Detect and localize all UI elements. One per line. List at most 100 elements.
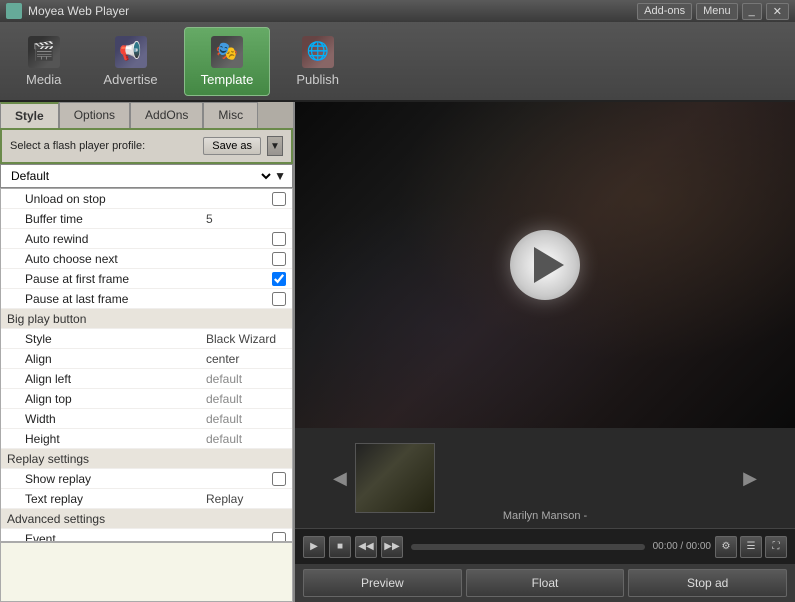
save-as-dropdown-arrow[interactable]: ▼ [267, 136, 283, 156]
progress-bar[interactable] [411, 544, 645, 550]
tab-options[interactable]: Options [59, 102, 130, 128]
setting-label-unload: Unload on stop [25, 192, 272, 206]
controls-bar: ▶ ■ ◀◀ ▶▶ 00:00 / 00:00 ⚙ ☰ ⛶ [295, 528, 795, 564]
setting-label-style: Style [25, 332, 206, 346]
setting-value-align-top: default [206, 392, 286, 406]
action-bar: Preview Float Stop ad [295, 564, 795, 602]
title-bar: Moyea Web Player Add-ons Menu _ ✕ [0, 0, 795, 22]
setting-value-width: default [206, 412, 286, 426]
section-big-play: Big play button [1, 309, 292, 329]
setting-style: Style Black Wizard [1, 329, 292, 349]
main-content: Style Options AddOns Misc Select a flash… [0, 102, 795, 602]
setting-label-pause-first: Pause at first frame [25, 272, 272, 286]
setting-label-show-replay: Show replay [25, 472, 272, 486]
profile-select[interactable]: Default [7, 168, 274, 184]
setting-value-buffer: 5 [206, 212, 286, 226]
preview-button[interactable]: Preview [303, 569, 462, 597]
checkbox-unload[interactable] [272, 192, 286, 206]
strip-prev-button[interactable]: ◀ [325, 468, 355, 489]
app-title: Moyea Web Player [28, 4, 637, 18]
checkbox-pause-first[interactable] [272, 272, 286, 286]
save-as-button[interactable]: Save as [203, 137, 261, 155]
profile-dropdown[interactable]: Default ▼ [0, 164, 293, 188]
advertise-icon: 📢 [115, 36, 147, 68]
right-controls: ⚙ ☰ ⛶ [715, 536, 787, 558]
prev-button[interactable]: ◀◀ [355, 536, 377, 558]
nav-label-advertise: Advertise [103, 72, 157, 87]
thumb-item-1[interactable] [355, 443, 435, 513]
nav-label-media: Media [26, 72, 61, 87]
section-replay: Replay settings [1, 449, 292, 469]
media-icon: 🎬 [28, 36, 60, 68]
tab-style[interactable]: Style [0, 102, 59, 128]
setting-label-align: Align [25, 352, 206, 366]
tab-misc[interactable]: Misc [203, 102, 258, 128]
checkbox-pause-last[interactable] [272, 292, 286, 306]
setting-height: Height default [1, 429, 292, 449]
dropdown-arrow-icon: ▼ [274, 169, 286, 183]
nav-item-advertise[interactable]: 📢 Advertise [87, 28, 173, 95]
tab-addons[interactable]: AddOns [130, 102, 203, 128]
nav-item-template[interactable]: 🎭 Template [184, 27, 271, 96]
section-advanced: Advanced settings [1, 509, 292, 529]
settings-wrapper: Unload on stop Buffer time 5 Auto rewind… [0, 188, 293, 602]
play-pause-button[interactable]: ▶ [303, 536, 325, 558]
thumbnails-list [355, 443, 735, 513]
checkbox-event[interactable] [272, 532, 286, 543]
nav-bar: 🎬 Media 📢 Advertise 🎭 Template 🌐 Publish [0, 22, 795, 102]
setting-value-align: center [206, 352, 286, 366]
checkbox-auto-choose[interactable] [272, 252, 286, 266]
setting-label-text-replay: Text replay [25, 492, 206, 506]
setting-label-height: Height [25, 432, 206, 446]
setting-value-text-replay: Replay [206, 492, 286, 506]
setting-width: Width default [1, 409, 292, 429]
thumbnail-strip: ◀ ▶ Marilyn Manson - [295, 428, 795, 528]
setting-label-buffer: Buffer time [25, 212, 206, 226]
setting-show-replay: Show replay [1, 469, 292, 489]
setting-label-align-top: Align top [25, 392, 206, 406]
setting-label-event: Event [25, 532, 272, 543]
settings-button[interactable]: ⚙ [715, 536, 737, 558]
setting-auto-rewind: Auto rewind [1, 229, 292, 249]
next-button[interactable]: ▶▶ [381, 536, 403, 558]
track-info: Marilyn Manson - [503, 510, 587, 522]
stop-button[interactable]: ■ [329, 536, 351, 558]
stop-ad-button[interactable]: Stop ad [628, 569, 787, 597]
setting-value-height: default [206, 432, 286, 446]
checkbox-show-replay[interactable] [272, 472, 286, 486]
setting-buffer-time: Buffer time 5 [1, 209, 292, 229]
nav-item-publish[interactable]: 🌐 Publish [280, 28, 355, 95]
setting-label-rewind: Auto rewind [25, 232, 272, 246]
play-button-overlay[interactable] [510, 230, 580, 300]
close-button[interactable]: ✕ [766, 3, 789, 20]
section-label-big-play: Big play button [7, 312, 286, 326]
setting-label-pause-last: Pause at last frame [25, 292, 272, 306]
bottom-text-area [0, 542, 293, 602]
list-button[interactable]: ☰ [740, 536, 762, 558]
float-button[interactable]: Float [466, 569, 625, 597]
setting-auto-choose-next: Auto choose next [1, 249, 292, 269]
setting-unload-on-stop: Unload on stop [1, 189, 292, 209]
setting-label-width: Width [25, 412, 206, 426]
strip-next-button[interactable]: ▶ [735, 468, 765, 489]
video-area [295, 102, 795, 428]
section-label-replay: Replay settings [7, 452, 286, 466]
profile-label: Select a flash player profile: [10, 140, 197, 152]
setting-align: Align center [1, 349, 292, 369]
section-label-advanced: Advanced settings [7, 512, 286, 526]
nav-label-template: Template [201, 72, 254, 87]
thumb-image-1 [355, 443, 435, 513]
publish-icon: 🌐 [302, 36, 334, 68]
setting-label-auto-choose: Auto choose next [25, 252, 272, 266]
nav-label-publish: Publish [296, 72, 339, 87]
minimize-button[interactable]: _ [742, 3, 762, 20]
menu-button[interactable]: Menu [696, 3, 738, 20]
left-panel: Style Options AddOns Misc Select a flash… [0, 102, 295, 602]
app-icon [6, 3, 22, 19]
setting-pause-first: Pause at first frame [1, 269, 292, 289]
checkbox-rewind[interactable] [272, 232, 286, 246]
nav-item-media[interactable]: 🎬 Media [10, 28, 77, 95]
fullscreen-button[interactable]: ⛶ [765, 536, 787, 558]
play-triangle-icon [534, 247, 564, 283]
addons-button[interactable]: Add-ons [637, 3, 692, 20]
